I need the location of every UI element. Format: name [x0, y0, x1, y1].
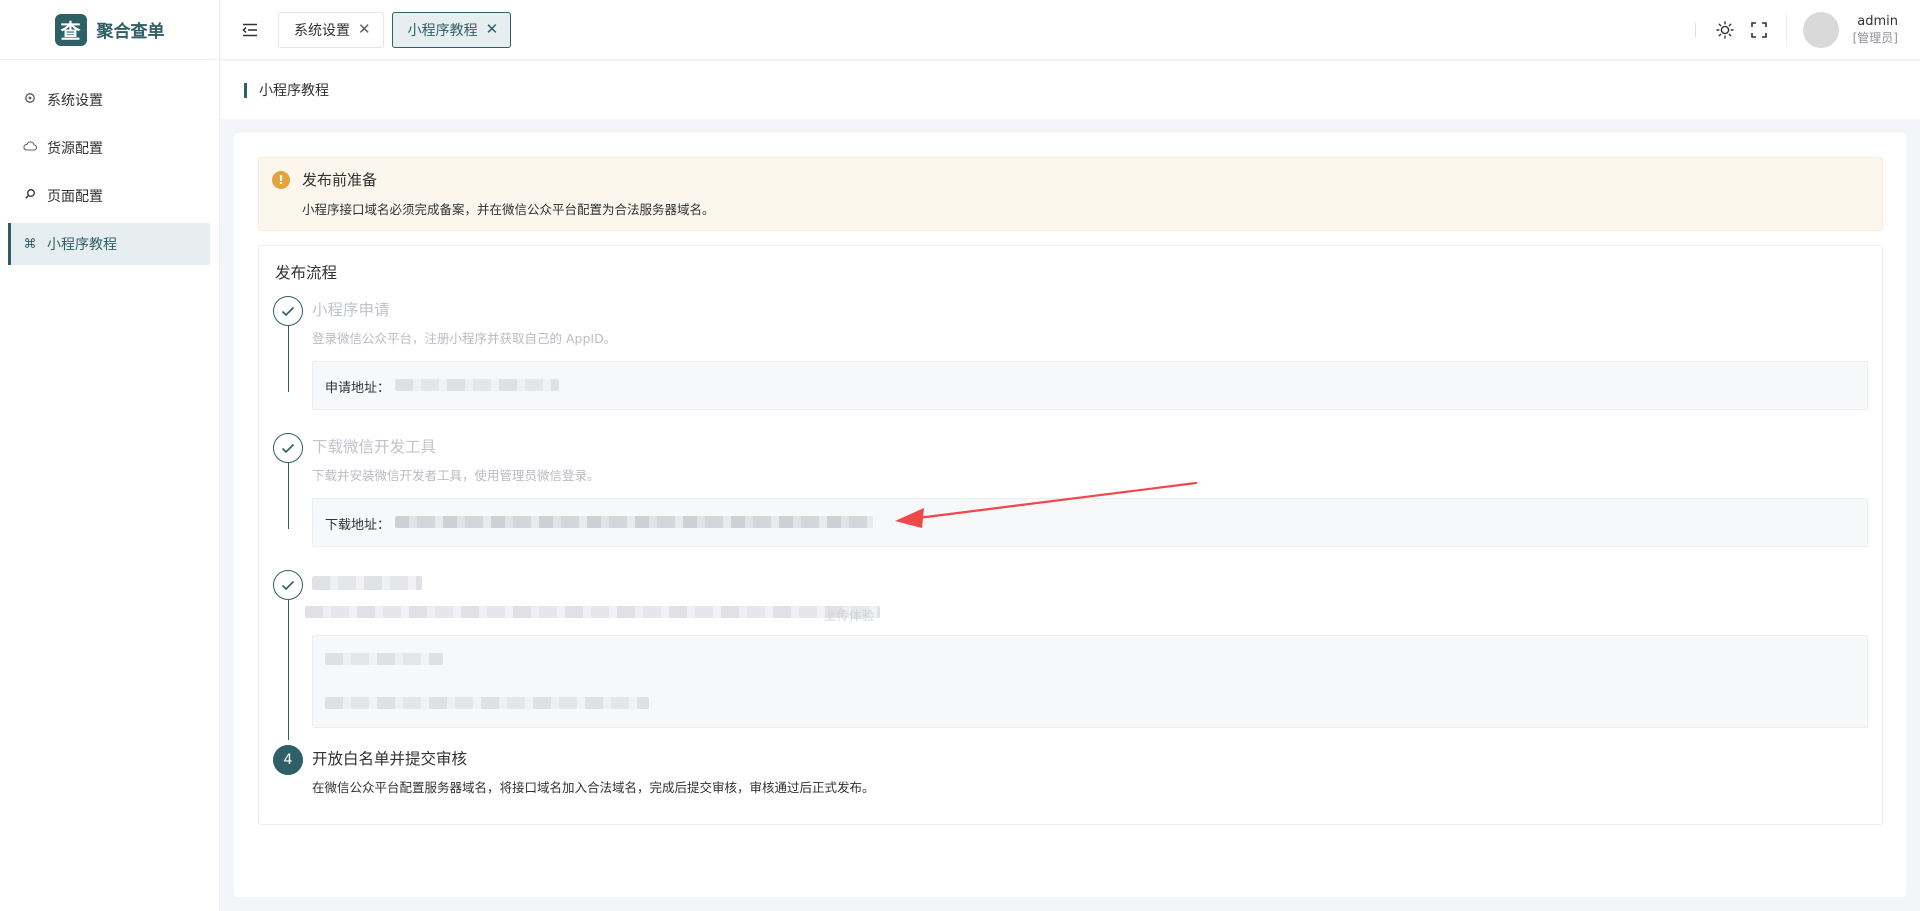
sidebar-item-page-config[interactable]: 页面配置 — [8, 175, 210, 217]
cloud-icon — [23, 140, 38, 156]
user-name: admin — [1857, 13, 1898, 29]
flow-title: 发布流程 — [275, 264, 338, 282]
page-title: 小程序教程 — [259, 83, 329, 99]
gear-icon — [23, 92, 37, 108]
step-done-icon — [273, 570, 303, 600]
fullscreen-icon — [1750, 21, 1767, 38]
sidebar: 查 聚合查单 系统设置 货源配置 页面配置 ⌘ 小程序教程 — [0, 0, 220, 911]
user-info[interactable]: admin [管理员] — [1853, 13, 1898, 47]
theme-toggle-button[interactable] — [1714, 19, 1736, 41]
sidebar-item-system-settings[interactable]: 系统设置 — [8, 79, 210, 121]
redacted-step-description — [305, 606, 880, 618]
warning-alert: ! 发布前准备 小程序接口域名必须完成备案，并在微信公众平台配置为合法服务器域名… — [258, 157, 1883, 231]
fullscreen-button[interactable] — [1748, 19, 1770, 41]
tab-miniprogram-tutorial[interactable]: 小程序教程 ✕ — [391, 11, 512, 48]
logo-icon: 查 — [54, 13, 87, 46]
user-role: [管理员] — [1852, 30, 1898, 45]
sidebar-menu: 系统设置 货源配置 页面配置 ⌘ 小程序教程 — [0, 60, 219, 265]
step-info-box: 申请地址： — [312, 361, 1868, 410]
step-connector — [288, 326, 289, 392]
step-number-badge: 4 — [273, 745, 303, 775]
redacted-text — [325, 697, 649, 709]
step-description: 下载并安装微信开发者工具，使用管理员微信登录。 — [312, 468, 600, 483]
step-done-icon — [273, 433, 303, 463]
alert-title: 发布前准备 — [302, 171, 378, 189]
breadcrumb-marker — [244, 82, 247, 98]
divider — [1785, 12, 1787, 47]
step-description: 在微信公众平台配置服务器域名，将接口域名加入合法域名，完成后提交审核，审核通过后… — [312, 780, 875, 795]
step-description: 上传体验 — [824, 608, 875, 623]
redacted-step-title — [312, 576, 422, 590]
step-info-box: 下载地址： — [312, 498, 1868, 547]
search-icon — [23, 188, 37, 204]
header-actions: admin [管理员] — [1694, 0, 1920, 59]
divider — [1694, 22, 1696, 37]
sidebar-item-label: 页面配置 — [47, 189, 103, 205]
redacted-link[interactable] — [395, 379, 559, 391]
tab-label: 系统设置 — [294, 22, 350, 39]
alert-description: 小程序接口域名必须完成备案，并在微信公众平台配置为合法服务器域名。 — [302, 202, 715, 217]
step-connector — [288, 463, 289, 529]
step-description: 登录微信公众平台，注册小程序并获取自己的 AppID。 — [312, 331, 617, 346]
publish-flow: 发布流程 小程序申请 登录微信公众平台，注册小程序并获取自己的 AppID。 申… — [258, 245, 1883, 825]
step-title: 小程序申请 — [312, 301, 390, 319]
step-connector — [288, 600, 289, 740]
collapse-sidebar-button[interactable] — [240, 20, 260, 40]
main-card: ! 发布前准备 小程序接口域名必须完成备案，并在微信公众平台配置为合法服务器域名… — [234, 133, 1906, 897]
close-icon[interactable]: ✕ — [358, 22, 371, 37]
sidebar-item-label: 系统设置 — [47, 93, 103, 109]
redacted-link[interactable] — [395, 516, 873, 528]
tab-label: 小程序教程 — [407, 22, 478, 39]
top-header: 系统设置 ✕ 小程序教程 ✕ admin [管理员] — [220, 0, 1920, 60]
menu-fold-icon — [242, 23, 257, 36]
avatar[interactable] — [1802, 11, 1839, 48]
warning-icon: ! — [272, 171, 290, 189]
redacted-text — [325, 653, 443, 665]
step-done-icon — [273, 296, 303, 326]
brand-logo[interactable]: 查 聚合查单 — [0, 0, 219, 60]
download-address-label: 下载地址： — [325, 518, 391, 533]
step-title: 开放白名单并提交审核 — [312, 750, 468, 768]
close-icon[interactable]: ✕ — [486, 22, 499, 37]
sun-icon — [1715, 20, 1734, 39]
sidebar-item-label: 小程序教程 — [47, 237, 117, 253]
tab-system-settings[interactable]: 系统设置 ✕ — [278, 11, 384, 48]
sidebar-item-miniprogram-tutorial[interactable]: ⌘ 小程序教程 — [8, 223, 210, 265]
step-info-box — [312, 635, 1868, 728]
sidebar-item-source-config[interactable]: 货源配置 — [8, 127, 210, 169]
sidebar-item-label: 货源配置 — [47, 141, 103, 157]
apply-address-label: 申请地址： — [325, 381, 391, 396]
brand-name: 聚合查单 — [96, 22, 165, 42]
step-title: 下载微信开发工具 — [312, 438, 437, 456]
command-icon: ⌘ — [23, 236, 37, 252]
breadcrumb: 小程序教程 — [220, 61, 1920, 119]
